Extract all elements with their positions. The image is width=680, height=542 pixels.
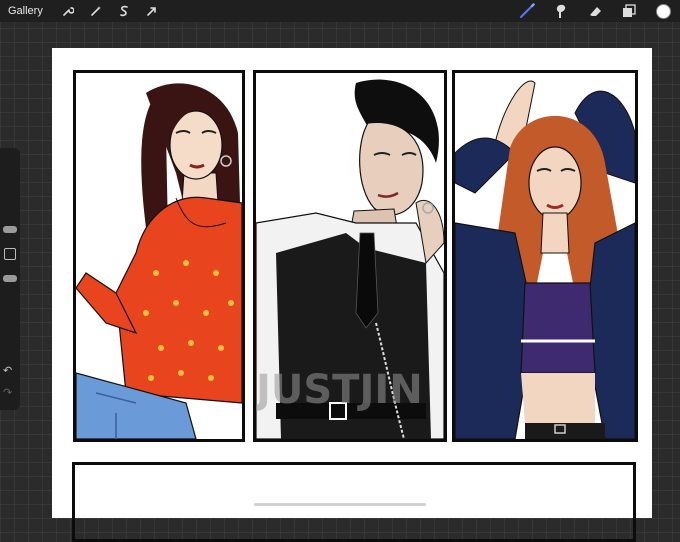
illustration-woman-red xyxy=(76,83,242,439)
selection-icon[interactable] xyxy=(113,0,135,22)
smudge-icon[interactable] xyxy=(544,0,578,22)
brush-icon[interactable] xyxy=(510,0,544,22)
layers-icon[interactable] xyxy=(612,0,646,22)
illustration-man-vest: JUSTJIN xyxy=(256,73,444,439)
left-sidebar: ↶ ↷ xyxy=(0,148,20,410)
comic-panel-2[interactable]: JUSTJIN xyxy=(253,70,447,442)
illustration-woman-jacket xyxy=(455,80,635,439)
wrench-icon[interactable] xyxy=(57,0,79,22)
right-tool-group xyxy=(510,0,680,22)
modify-button[interactable] xyxy=(4,248,16,260)
top-toolbar: Gallery xyxy=(0,0,680,22)
color-icon[interactable] xyxy=(646,0,680,22)
opacity-slider[interactable] xyxy=(3,275,17,282)
brush-size-slider[interactable] xyxy=(3,226,17,233)
comic-panel-4-empty[interactable] xyxy=(72,462,636,542)
gallery-button[interactable]: Gallery xyxy=(8,5,43,17)
redo-icon[interactable]: ↷ xyxy=(3,386,12,399)
comic-panel-3[interactable] xyxy=(452,70,638,442)
home-indicator xyxy=(254,503,426,506)
eraser-icon[interactable] xyxy=(578,0,612,22)
magic-wand-icon[interactable] xyxy=(85,0,107,22)
drawing-canvas[interactable]: JUSTJIN xyxy=(52,48,652,542)
active-color-swatch[interactable] xyxy=(655,3,671,19)
watermark-text: JUSTJIN xyxy=(256,367,423,413)
transform-arrow-icon[interactable] xyxy=(141,0,163,22)
comic-panel-1[interactable] xyxy=(73,70,245,442)
undo-icon[interactable]: ↶ xyxy=(3,364,12,377)
